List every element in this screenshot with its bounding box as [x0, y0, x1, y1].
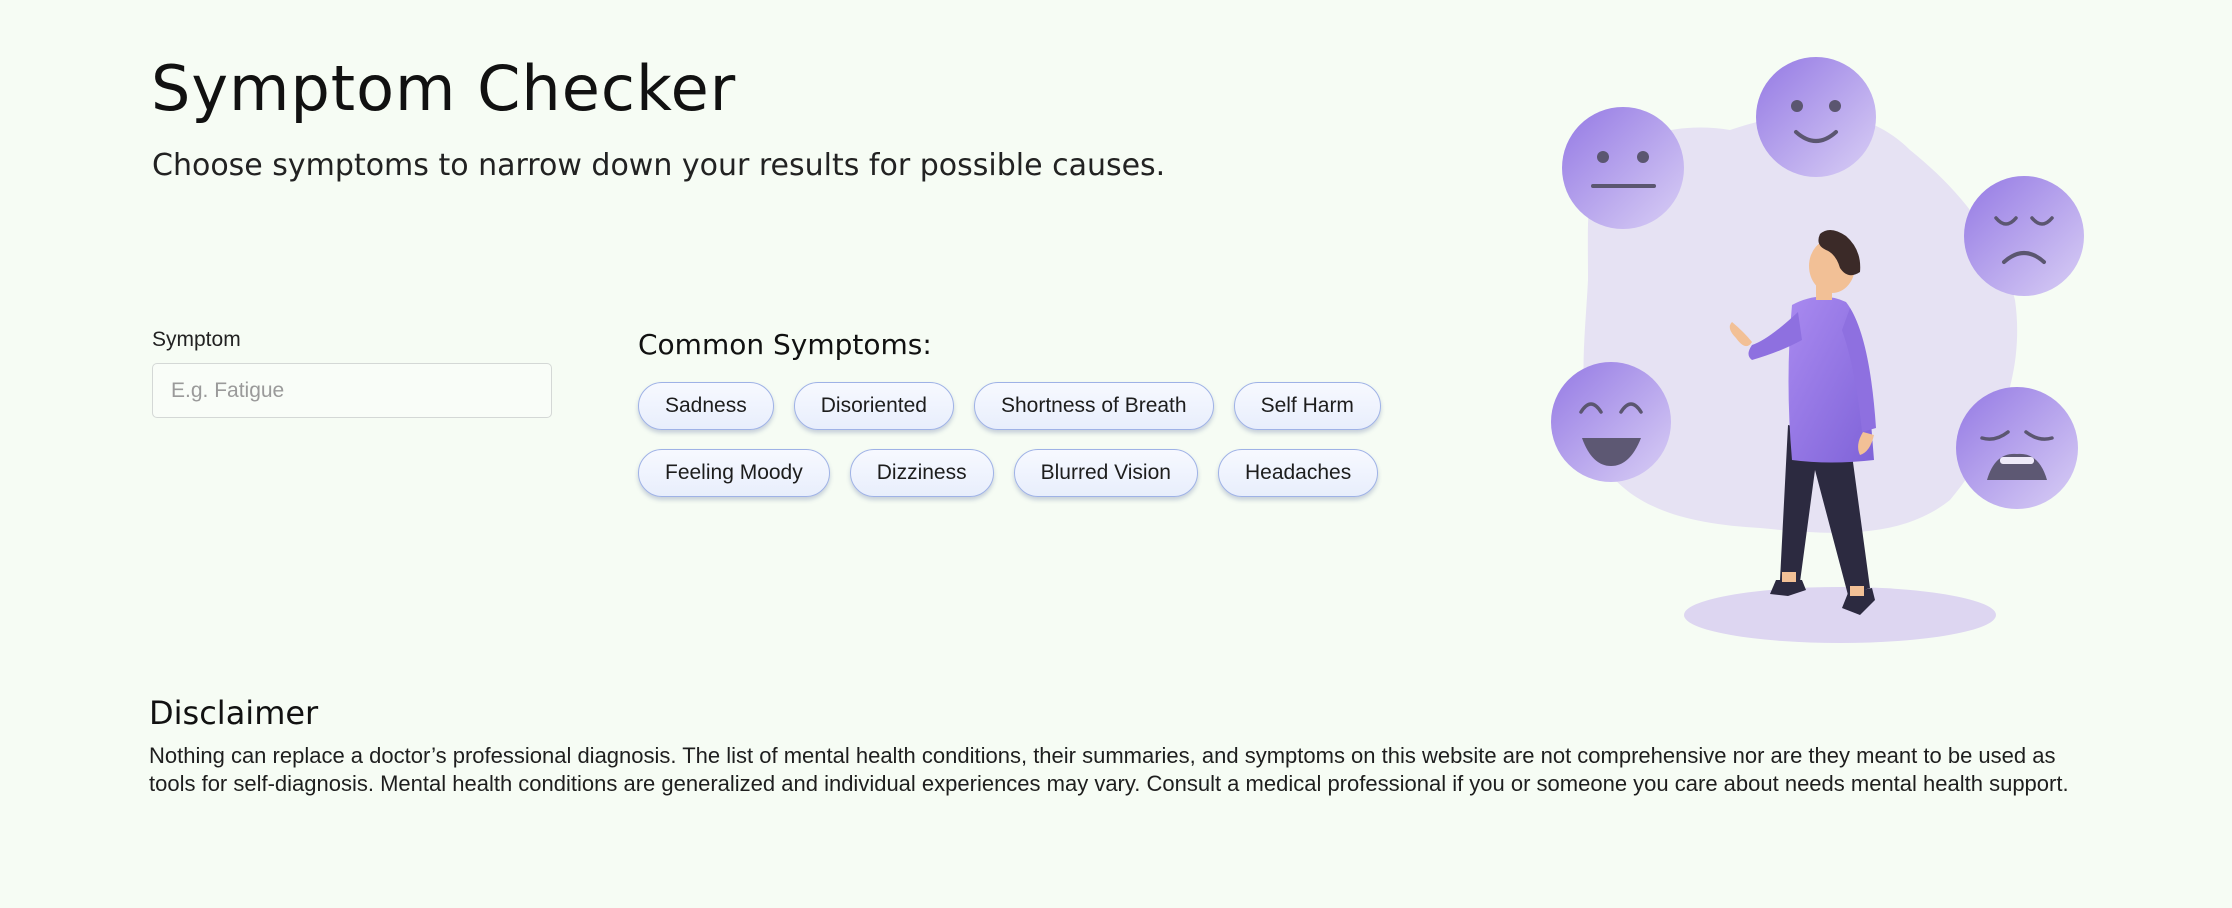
laughing-face-icon — [1551, 362, 1671, 482]
disclaimer-text: Nothing can replace a doctor’s professio… — [149, 743, 2069, 796]
emotions-illustration — [1551, 57, 2084, 643]
crying-face-icon — [1956, 387, 2078, 509]
symptom-chip-blurred-vision[interactable]: Blurred Vision — [1013, 449, 1198, 497]
symptom-chip-shortness-of-breath[interactable]: Shortness of Breath — [973, 382, 1214, 430]
floor-shadow — [1684, 587, 1996, 643]
neutral-face-icon — [1562, 107, 1684, 229]
symptom-chip-sadness[interactable]: Sadness — [638, 382, 774, 430]
symptom-chip-headaches[interactable]: Headaches — [1217, 449, 1379, 497]
symptom-chip-self-harm[interactable]: Self Harm — [1233, 382, 1381, 430]
slight-smile-face-icon — [1756, 57, 1876, 177]
page-subtitle: Choose symptoms to narrow down your resu… — [152, 148, 1166, 183]
common-symptoms-heading: Common Symptoms: — [638, 328, 932, 361]
page-title: Symptom Checker — [151, 52, 737, 125]
sad-face-icon — [1964, 176, 2084, 296]
disclaimer-heading: Disclaimer — [149, 694, 319, 732]
symptom-chip-row: Sadness Disoriented Shortness of Breath … — [638, 382, 1381, 430]
symptom-chip-feeling-moody[interactable]: Feeling Moody — [638, 449, 830, 497]
symptom-input[interactable] — [152, 363, 552, 418]
symptom-chip-dizziness[interactable]: Dizziness — [849, 449, 994, 497]
symptom-chip-row: Feeling Moody Dizziness Blurred Vision H… — [638, 449, 1379, 497]
symptom-label: Symptom — [152, 328, 241, 351]
symptom-chip-disoriented[interactable]: Disoriented — [793, 382, 954, 430]
